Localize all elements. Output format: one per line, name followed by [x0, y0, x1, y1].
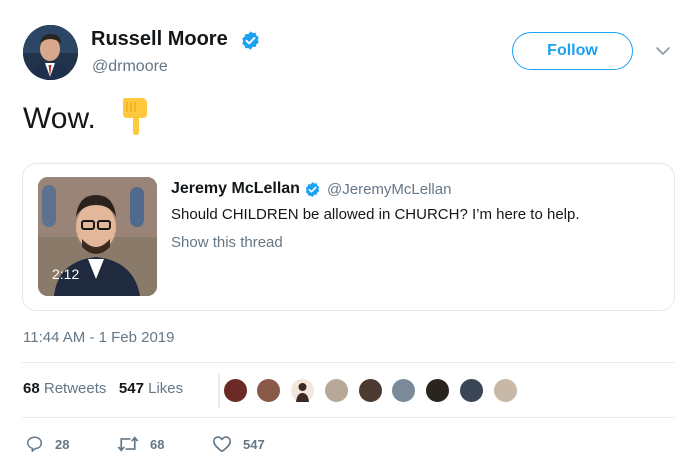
chevron-down-icon[interactable]: [654, 44, 672, 58]
show-thread-link[interactable]: Show this thread: [171, 234, 283, 251]
like-button[interactable]: 547: [212, 434, 265, 454]
follow-button[interactable]: Follow: [512, 32, 633, 70]
tweet-timestamp[interactable]: 11:44 AM - 1 Feb 2019: [23, 329, 175, 346]
heart-icon: [213, 436, 231, 453]
retweet-icon: [117, 436, 139, 452]
likes-label[interactable]: Likes: [148, 380, 183, 397]
author-name[interactable]: Russell Moore: [91, 28, 228, 51]
quoted-tweet-text: Should CHILDREN be allowed in CHURCH? I’…: [171, 206, 580, 223]
liker-avatar[interactable]: [458, 377, 485, 404]
liker-avatar[interactable]: [255, 377, 282, 404]
liker-avatar[interactable]: [390, 377, 417, 404]
liker-avatar[interactable]: [222, 377, 249, 404]
quoted-author-name[interactable]: Jeremy McLellan: [171, 180, 300, 198]
author-handle[interactable]: @drmoore: [92, 58, 168, 76]
pointing-down-emoji-icon: [117, 96, 153, 136]
reply-count: 28: [55, 436, 70, 452]
divider: [22, 362, 675, 363]
liker-avatar[interactable]: [357, 377, 384, 404]
divider: [22, 417, 675, 418]
liker-avatar[interactable]: [289, 377, 316, 404]
author-avatar[interactable]: [23, 25, 78, 80]
reply-icon: [27, 436, 42, 452]
liker-avatar[interactable]: [492, 377, 519, 404]
quoted-author-handle[interactable]: @JeremyMcLellan: [327, 181, 451, 198]
verified-badge-icon: [304, 181, 321, 198]
liker-avatar[interactable]: [424, 377, 451, 404]
retweet-count: 68: [150, 436, 165, 452]
like-count: 547: [243, 436, 265, 452]
liker-avatar[interactable]: [323, 377, 350, 404]
retweets-count[interactable]: 68: [23, 380, 40, 397]
retweet-button[interactable]: 68: [117, 434, 164, 454]
video-duration: 2:12: [52, 266, 80, 282]
retweets-label[interactable]: Retweets: [44, 380, 107, 397]
stats-divider: [218, 373, 220, 408]
likes-count[interactable]: 547: [119, 380, 144, 397]
reply-button[interactable]: 28: [25, 434, 69, 454]
engagement-stats: 68 Retweets 547 Likes: [23, 380, 183, 397]
verified-badge-icon: [240, 30, 261, 51]
tweet-text: Wow.: [23, 102, 96, 135]
